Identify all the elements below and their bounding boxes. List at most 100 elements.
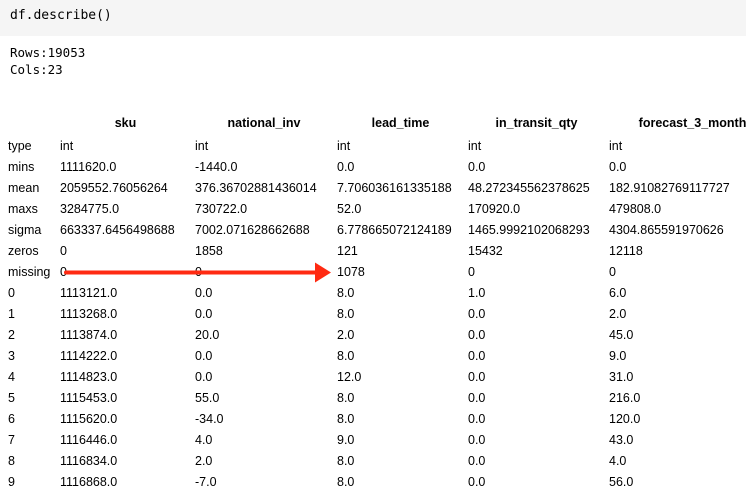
table-cell: 1113268.0 [60,307,118,321]
table-cell: 6.778665072124189 [337,223,452,237]
table-cell: -1440.0 [195,160,238,174]
table-cell: 8.0 [337,454,355,468]
row-index-label: missing [8,265,51,279]
row-index-label: 4 [8,370,15,384]
table-cell: 479808.0 [609,202,662,216]
table-cell: int [195,139,209,153]
table-cell: -34.0 [195,412,224,426]
table-cell: 1116868.0 [60,475,118,489]
table-cell: 31.0 [609,370,634,384]
cols-count-line: Cols:23 [10,62,63,77]
table-cell: 0.0 [468,349,486,363]
table-cell: 182.91082769117727 [609,181,730,195]
table-cell: 4304.865591970626 [609,223,724,237]
table-cell: int [60,139,74,153]
table-cell: 120.0 [609,412,641,426]
table-row: type int int int int int [0,136,746,157]
column-header: forecast_3_month [638,116,746,130]
row-index-label: 0 [8,286,15,300]
table-cell: 0.0 [468,454,486,468]
table-cell: int [468,139,482,153]
table-cell: 1113121.0 [60,286,118,300]
table-cell: 1114823.0 [60,370,118,384]
table-cell: 0 [609,265,616,279]
row-index-label: 1 [8,307,15,321]
table-cell: 7.706036161335188 [337,181,452,195]
table-cell: 121 [337,244,358,258]
table-cell: 2059552.76056264 [60,181,168,195]
table-cell: 0.0 [468,370,486,384]
table-cell: 0.0 [609,160,627,174]
table-cell: 216.0 [609,391,641,405]
describe-table: sku national_inv lead_time in_transit_qt… [0,110,746,493]
table-cell: 8.0 [337,412,355,426]
row-index-label: 9 [8,475,15,489]
table-cell: 1111620.0 [60,160,117,174]
table-cell: 12118 [609,244,643,258]
row-index-label: sigma [8,223,42,237]
table-row: 9 1116868.0 -7.0 8.0 0.0 56.0 [0,472,746,493]
code-cell[interactable]: df.describe() [0,0,746,36]
rows-count-line: Rows:19053 [10,45,86,60]
table-cell: 2.0 [337,328,355,342]
column-header: in_transit_qty [495,116,578,130]
table-row: sigma 663337.6456498688 7002.071628662688 6… [0,220,746,241]
table-cell: 45.0 [609,328,634,342]
table-cell: 0.0 [195,307,213,321]
table-row: 7 1116446.0 4.0 9.0 0.0 43.0 [0,430,746,451]
row-index-label: mean [8,181,40,195]
table-row: 0 1113121.0 0.0 8.0 1.0 6.0 [0,283,746,304]
table-cell: 0 [60,244,67,258]
row-index-label: mins [8,160,35,174]
row-index-label: 3 [8,349,15,363]
table-cell: 8.0 [337,475,355,489]
table-cell: 1078 [337,265,365,279]
code-source[interactable]: df.describe() [10,8,112,23]
table-cell: 1113874.0 [60,328,118,342]
table-cell: 0 [195,265,202,279]
table-cell: 0.0 [195,286,213,300]
table-cell: 1116446.0 [60,433,118,447]
table-row: 5 1115453.0 55.0 8.0 0.0 216.0 [0,388,746,409]
column-header: sku [114,116,137,130]
table-cell: int [337,139,351,153]
table-cell: 15432 [468,244,503,258]
row-index-label: 7 [8,433,15,447]
table-cell: 12.0 [337,370,362,384]
table-row: 3 1114222.0 0.0 8.0 0.0 9.0 [0,346,746,367]
column-header: national_inv [227,116,301,130]
table-cell: 2.0 [195,454,213,468]
table-cell: 1.0 [468,286,486,300]
table-cell: 0.0 [468,412,486,426]
table-cell: 8.0 [337,349,355,363]
table-row: mean 2059552.76056264 376.36702881436014 7.… [0,178,746,199]
table-cell: 170920.0 [468,202,521,216]
table-cell: 0.0 [468,160,486,174]
table-cell: 0.0 [468,475,486,489]
table-row: 8 1116834.0 2.0 8.0 0.0 4.0 [0,451,746,472]
table-cell: 1465.9992102068293 [468,223,590,237]
table-cell: 43.0 [609,433,634,447]
table-cell: 9.0 [609,349,627,363]
table-cell: -7.0 [195,475,217,489]
table-cell: 730722.0 [195,202,248,216]
table-cell: 9.0 [337,433,355,447]
table-cell: 55.0 [195,391,220,405]
table-cell: 1114222.0 [60,349,118,363]
table-cell: int [609,139,623,153]
table-row: maxs 3284775.0 730722.0 52.0 170920.0 479808.… [0,199,746,220]
table-row: mins 1111620.0 -1440.0 0.0 0.0 0.0 [0,157,746,178]
header-row: sku national_inv lead_time in_transit_qt… [0,110,746,136]
row-index-label: maxs [8,202,38,216]
table-row: 1 1113268.0 0.0 8.0 0.0 2.0 [0,304,746,325]
index-header [0,110,56,136]
table-cell: 4.0 [609,454,627,468]
table-row: 2 1113874.0 20.0 2.0 0.0 45.0 [0,325,746,346]
table-cell: 1116834.0 [60,454,118,468]
table-cell: 48.272345562378625 [468,181,590,195]
table-cell: 0.0 [195,370,213,384]
table-cell: 0.0 [468,391,486,405]
table-cell: 1115620.0 [60,412,118,426]
table-cell: 0.0 [195,349,213,363]
table-row: zeros 0 1858 121 15432 12118 [0,241,746,262]
